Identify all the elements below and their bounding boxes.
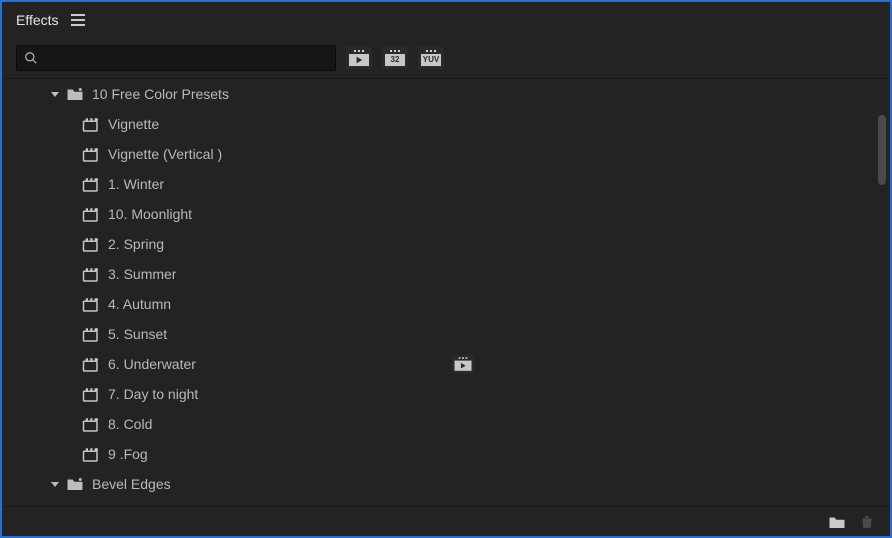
chevron-down-icon[interactable] [50, 479, 60, 489]
preset-label: 10. Moonlight [108, 206, 192, 222]
preset-row[interactable]: 5. Sunset [2, 319, 872, 349]
preset-icon [82, 267, 100, 281]
preset-label: 9 .Fog [108, 446, 148, 462]
accelerated-badge-icon [452, 355, 474, 374]
preset-row[interactable]: Vignette (Vertical ) [2, 139, 872, 169]
preset-icon [82, 207, 100, 221]
preset-bin-icon [66, 87, 84, 101]
preset-icon [82, 417, 100, 431]
panel-header: Effects [2, 2, 890, 38]
effects-tree[interactable]: 10 Free Color Presets Vignette Vignette (V… [2, 79, 872, 506]
tree-area: 10 Free Color Presets Vignette Vignette (V… [2, 78, 890, 506]
preset-label: 5. Sunset [108, 326, 167, 342]
preset-row[interactable]: 7. Day to night [2, 379, 872, 409]
preset-row[interactable]: 8. Cold [2, 409, 872, 439]
folder-row[interactable]: 10 Free Color Presets [2, 79, 872, 109]
chevron-down-icon[interactable] [50, 89, 60, 99]
preset-label: 1. Winter [108, 176, 164, 192]
filter-yuv-button[interactable]: YUV [418, 47, 444, 69]
preset-icon [82, 237, 100, 251]
preset-row[interactable]: 2. Spring [2, 229, 872, 259]
folder-label: 10 Free Color Presets [92, 86, 229, 102]
preset-label: 8. Cold [108, 416, 152, 432]
preset-icon [82, 177, 100, 191]
scrollbar-thumb[interactable] [878, 115, 886, 185]
panel-title: Effects [16, 12, 59, 28]
panel-footer [2, 506, 890, 536]
preset-row[interactable]: 6. Underwater [2, 349, 872, 379]
preset-row[interactable]: Vignette [2, 109, 872, 139]
preset-label: 2. Spring [108, 236, 164, 252]
scrollbar[interactable] [878, 85, 886, 500]
preset-bin-icon [66, 477, 84, 491]
panel-menu-icon[interactable] [71, 14, 85, 26]
delete-button[interactable] [858, 515, 876, 529]
toolbar: 32 YUV [2, 38, 890, 78]
preset-label: 3. Summer [108, 266, 176, 282]
preset-row[interactable]: 3. Summer [2, 259, 872, 289]
preset-icon [82, 147, 100, 161]
preset-label: Vignette (Vertical ) [108, 146, 222, 162]
preset-row[interactable]: 9 .Fog [2, 439, 872, 469]
preset-label: Vignette [108, 116, 159, 132]
preset-icon [82, 357, 100, 371]
effects-panel: Effects 32 YUV 10 Free Color Presets Vign… [0, 0, 892, 538]
preset-row[interactable]: 1. Winter [2, 169, 872, 199]
search-icon [24, 51, 38, 65]
preset-row[interactable]: 10. Moonlight [2, 199, 872, 229]
preset-icon [82, 297, 100, 311]
new-bin-button[interactable] [828, 515, 846, 529]
preset-icon [82, 327, 100, 341]
search-wrap [16, 45, 336, 71]
folder-label: Bevel Edges [92, 476, 171, 492]
folder-row[interactable]: Bevel Edges [2, 469, 872, 499]
preset-label: 4. Autumn [108, 296, 171, 312]
search-input[interactable] [16, 45, 336, 71]
preset-icon [82, 387, 100, 401]
preset-icon [82, 117, 100, 131]
filter-accelerated-button[interactable] [346, 47, 372, 69]
preset-icon [82, 447, 100, 461]
filter-32bit-button[interactable]: 32 [382, 47, 408, 69]
preset-label: 6. Underwater [108, 356, 196, 372]
preset-label: 7. Day to night [108, 386, 198, 402]
preset-row[interactable]: 4. Autumn [2, 289, 872, 319]
